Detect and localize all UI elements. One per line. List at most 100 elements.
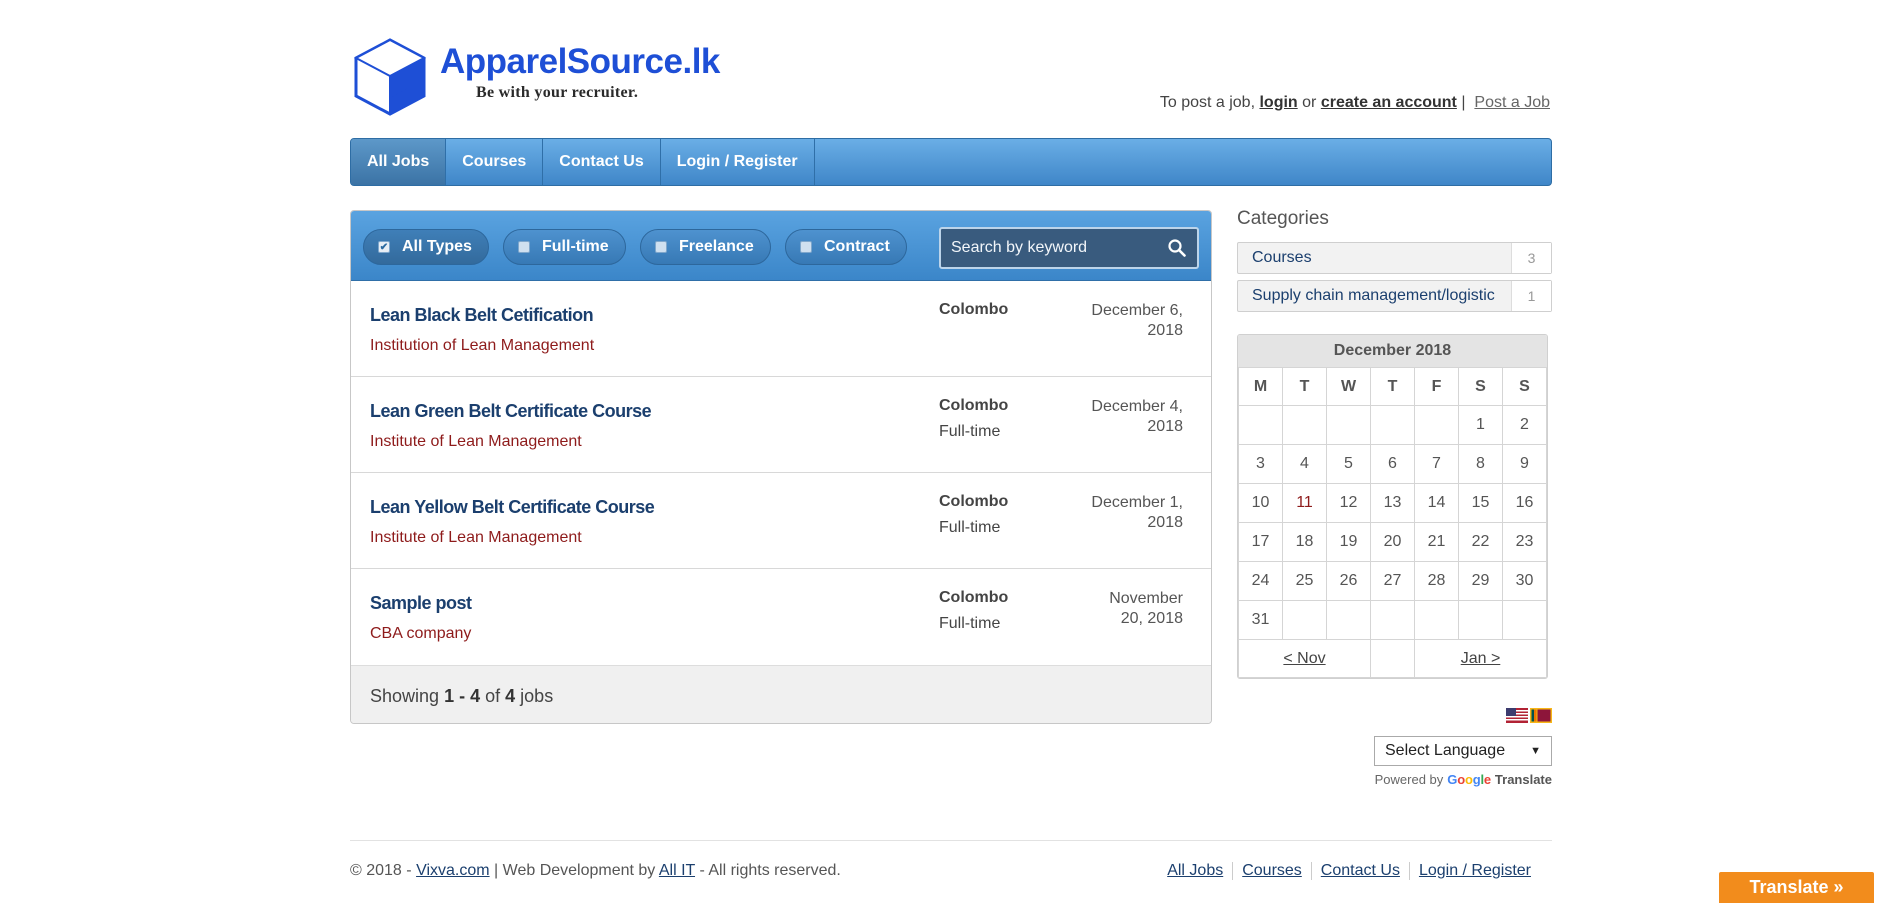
calendar-day: 31 [1238, 600, 1283, 640]
job-date: December 4, 2018 [1073, 397, 1183, 437]
copyright: © 2018 - Vixva.com | Web Development by … [350, 862, 841, 880]
job-filter-bar: ✔ All Types Full-time Freelance Contract [351, 211, 1211, 281]
checkbox-icon [518, 241, 530, 253]
job-date-line1: December 6, [1091, 302, 1183, 319]
job-type: Full-time [939, 519, 1001, 536]
calendar-day: 14 [1414, 483, 1459, 523]
category-label[interactable]: Supply chain management/logistic [1238, 287, 1511, 305]
footer-link-contact-us[interactable]: Contact Us [1310, 862, 1409, 880]
calendar-week: 31 [1238, 600, 1547, 640]
calendar-day: 11 [1282, 483, 1327, 523]
job-row[interactable]: Lean Green Belt Certificate Course Insti… [351, 377, 1211, 473]
logo-tagline: Be with your recruiter. [476, 84, 639, 101]
weekday: S [1502, 367, 1547, 406]
calendar-day: 12 [1326, 483, 1371, 523]
category-item[interactable]: Courses 3 [1237, 242, 1552, 274]
nav-item-contact-us[interactable]: Contact Us [543, 139, 661, 185]
logo-title: ApparelSource.lk [440, 42, 720, 81]
create-account-link[interactable]: create an account [1321, 94, 1457, 111]
job-row[interactable]: Sample post CBA company Colombo Full-tim… [351, 569, 1211, 665]
calendar-week: 17 18 19 20 21 22 23 [1238, 522, 1547, 562]
calendar-day: 3 [1238, 444, 1283, 484]
footer-link-login-register[interactable]: Login / Register [1408, 862, 1540, 880]
calendar-widget: December 2018 M T W T F S S 1 2 3 4 5 6 … [1237, 334, 1548, 679]
calendar-day: 27 [1370, 561, 1415, 601]
calendar-day: 13 [1370, 483, 1415, 523]
category-item[interactable]: Supply chain management/logistic 1 [1237, 280, 1552, 312]
calendar-day [1326, 405, 1371, 445]
calendar-day: 28 [1414, 561, 1459, 601]
category-count: 1 [1511, 281, 1551, 311]
calendar-day: 6 [1370, 444, 1415, 484]
calendar-pad-cell [1370, 639, 1415, 678]
footer-link-courses[interactable]: Courses [1232, 862, 1311, 880]
language-select[interactable]: Select Language ▼ [1374, 736, 1552, 766]
calendar-prev-cell: < Nov [1238, 639, 1371, 678]
calendar-day [1282, 405, 1327, 445]
calendar-prev-link[interactable]: < Nov [1283, 650, 1325, 667]
calendar-day: 23 [1502, 522, 1547, 562]
calendar-day: 30 [1502, 561, 1547, 601]
calendar-day: 19 [1326, 522, 1371, 562]
rights-text: - All rights reserved. [699, 862, 841, 879]
calendar-day: 18 [1282, 522, 1327, 562]
checkbox-checked-icon: ✔ [378, 241, 390, 253]
calendar-day: 10 [1238, 483, 1283, 523]
footer-nav: All Jobs Courses Contact Us Login / Regi… [1158, 862, 1540, 880]
nav-item-login-register[interactable]: Login / Register [661, 139, 815, 185]
sri-lanka-flag-icon[interactable] [1530, 708, 1552, 723]
filter-label: Freelance [679, 238, 754, 255]
calendar-day: 25 [1282, 561, 1327, 601]
job-title[interactable]: Sample post [370, 593, 472, 614]
all-it-link[interactable]: All IT [659, 862, 695, 879]
checkbox-icon [800, 241, 812, 253]
footer-link-all-jobs[interactable]: All Jobs [1158, 862, 1232, 880]
weekday: W [1326, 367, 1371, 406]
filter-freelance[interactable]: Freelance [640, 229, 771, 265]
job-date: December 1, 2018 [1073, 493, 1183, 533]
job-date-line2: 2018 [1147, 418, 1183, 435]
job-date-line2: 20, 2018 [1120, 610, 1183, 627]
powered-by-google: Powered by Google Translate [1375, 772, 1552, 787]
filter-full-time[interactable]: Full-time [503, 229, 626, 265]
google-translate-link[interactable]: Translate [1495, 772, 1552, 787]
calendar-day: 17 [1238, 522, 1283, 562]
job-type: Full-time [939, 423, 1001, 440]
job-row[interactable]: Lean Black Belt Cetification Institution… [351, 281, 1211, 377]
job-title[interactable]: Lean Green Belt Certificate Course [370, 401, 652, 422]
job-date-line1: December 4, [1091, 398, 1183, 415]
search-icon[interactable] [1167, 238, 1187, 258]
job-location: Colombo [939, 397, 1009, 414]
weekday: T [1370, 367, 1415, 406]
job-listings-panel: ✔ All Types Full-time Freelance Contract [350, 210, 1212, 724]
showing-label: Showing [370, 686, 440, 706]
calendar-weekdays: M T W T F S S [1238, 367, 1547, 406]
weekday: T [1282, 367, 1327, 406]
calendar-day: 24 [1238, 561, 1283, 601]
nav-item-courses[interactable]: Courses [446, 139, 544, 185]
site-logo[interactable]: ApparelSource.lk Be with your recruiter. [352, 36, 720, 116]
post-job-link[interactable]: Post a Job [1474, 94, 1550, 111]
calendar-day: 26 [1326, 561, 1371, 601]
translate-button[interactable]: Translate » [1719, 872, 1874, 903]
job-title[interactable]: Lean Yellow Belt Certificate Course [370, 497, 655, 518]
keyword-search [939, 227, 1199, 269]
google-logo: Google [1447, 772, 1491, 787]
filter-label: Full-time [542, 238, 609, 255]
filter-all-types[interactable]: ✔ All Types [363, 229, 489, 265]
us-flag-icon[interactable] [1506, 708, 1528, 723]
calendar-next-link[interactable]: Jan > [1461, 650, 1501, 667]
search-input[interactable] [951, 239, 1161, 257]
nav-item-all-jobs[interactable]: All Jobs [351, 139, 447, 185]
filter-label: All Types [402, 238, 472, 255]
vixva-link[interactable]: Vixva.com [416, 862, 490, 879]
job-row[interactable]: Lean Yellow Belt Certificate Course Inst… [351, 473, 1211, 569]
category-label[interactable]: Courses [1238, 249, 1511, 267]
calendar-day: 8 [1458, 444, 1503, 484]
login-link[interactable]: login [1259, 94, 1297, 111]
job-title[interactable]: Lean Black Belt Cetification [370, 305, 594, 326]
dev-text: | Web Development by [494, 862, 656, 879]
job-company: Institution of Lean Management [370, 337, 595, 354]
filter-contract[interactable]: Contract [785, 229, 907, 265]
calendar-day: 5 [1326, 444, 1371, 484]
